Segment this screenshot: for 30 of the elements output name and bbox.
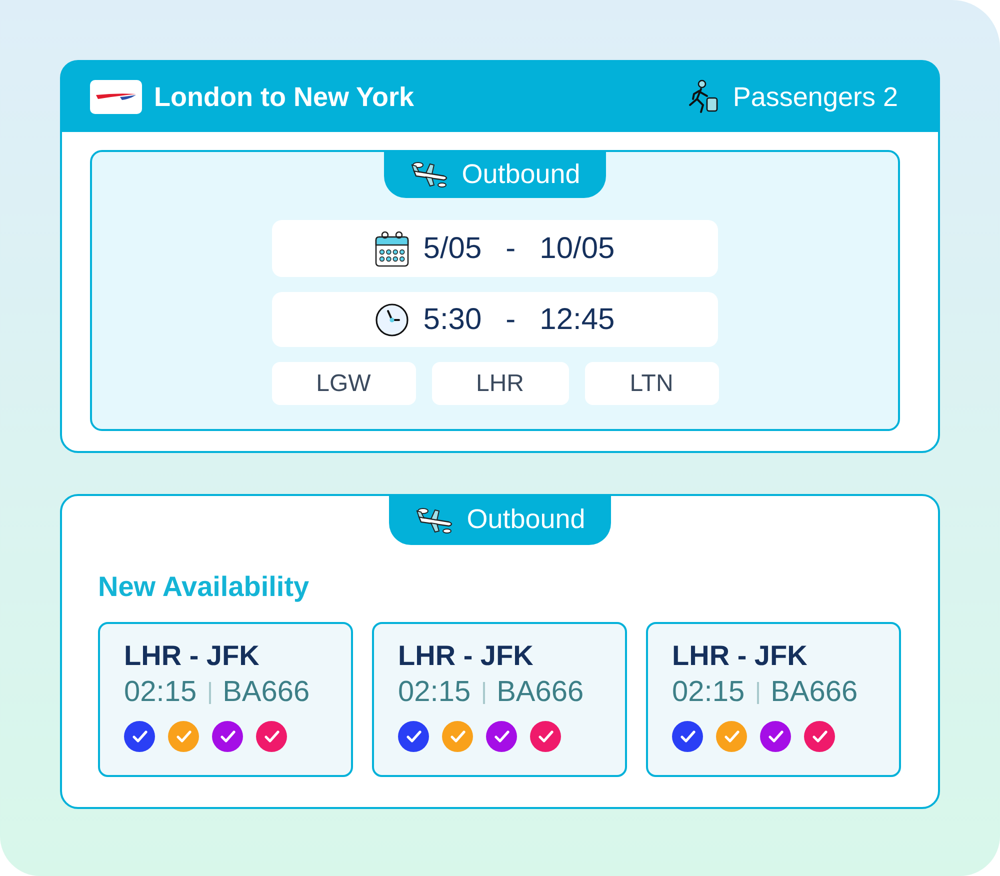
flight-route: LHR - JFK xyxy=(398,640,534,672)
start-time: 5:30 xyxy=(423,302,482,336)
flight-card[interactable]: LHR - JFK 02:15 BA666 xyxy=(646,622,901,777)
time-range-field[interactable]: 5:30 - 12:45 xyxy=(272,292,718,347)
airport-chip[interactable]: LGW xyxy=(272,362,416,405)
flight-route: LHR - JFK xyxy=(672,640,808,672)
flight-number: BA666 xyxy=(496,676,584,709)
flight-number: BA666 xyxy=(770,676,858,709)
time-separator: - xyxy=(506,302,516,336)
flight-duration: 02:15 xyxy=(124,676,197,709)
date-separator: - xyxy=(506,232,516,266)
end-date: 10/05 xyxy=(540,232,615,266)
clock-icon xyxy=(375,302,410,336)
start-date: 5/05 xyxy=(423,232,482,266)
flight-number: BA666 xyxy=(222,676,310,709)
flight-duration: 02:15 xyxy=(398,676,471,709)
flight-card[interactable]: LHR - JFK 02:15 BA666 xyxy=(372,622,627,777)
airplane-icon xyxy=(410,159,450,189)
flight-duration: 02:15 xyxy=(672,676,745,709)
route-title: London to New York xyxy=(154,82,415,112)
passengers-count: Passengers 2 xyxy=(732,82,898,112)
airport-chip[interactable]: LHR xyxy=(432,362,568,405)
section-heading: New Availability xyxy=(98,571,310,603)
airport-chip[interactable]: LTN xyxy=(584,362,718,405)
flight-route: LHR - JFK xyxy=(124,640,260,672)
date-range-field[interactable]: 5/05 - 10/05 xyxy=(272,220,718,277)
flight-card[interactable]: LHR - JFK 02:15 BA666 xyxy=(98,622,353,777)
airline-logo xyxy=(90,80,142,114)
calendar-icon xyxy=(375,230,410,266)
end-time: 12:45 xyxy=(540,302,615,336)
